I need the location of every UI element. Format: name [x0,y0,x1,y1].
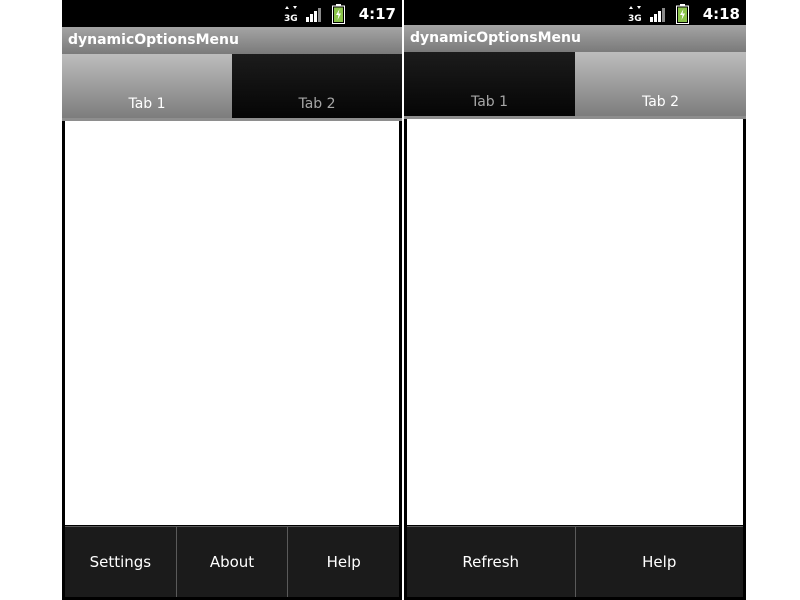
options-menu: Settings About Help [65,526,399,597]
signal-strength-icon [649,6,668,22]
status-bar: 3G 4:17 [62,0,402,27]
menu-item-settings[interactable]: Settings [65,527,177,597]
tab-2[interactable]: Tab 2 [232,54,402,118]
svg-text:3G: 3G [628,14,642,23]
phone-screen-left: 3G 4:17 dynamicOptionsMenu Tab 1 Tab 2 S… [62,0,402,600]
app-title-bar: dynamicOptionsMenu [404,25,746,52]
phone-screen-right: 3G 4:18 dynamicOptionsMenu Tab 1 Tab 2 R… [404,0,746,600]
battery-charging-icon [675,3,689,24]
3g-data-icon: 3G [284,5,298,23]
status-icons: 3G 4:17 [284,0,396,27]
battery-charging-icon [331,3,345,24]
status-time: 4:18 [702,4,740,23]
menu-item-help[interactable]: Help [576,527,744,597]
3g-data-icon: 3G [628,5,642,23]
menu-item-refresh[interactable]: Refresh [407,527,576,597]
options-menu: Refresh Help [407,526,743,597]
signal-strength-icon [305,6,324,22]
tab-2[interactable]: Tab 2 [575,52,746,116]
menu-item-help[interactable]: Help [288,527,399,597]
svg-text:3G: 3G [284,14,298,23]
tab-content-area [65,121,399,525]
app-title-bar: dynamicOptionsMenu [62,27,402,54]
tab-label: Tab 1 [128,96,166,112]
status-icons: 3G 4:18 [628,0,740,27]
tab-content-area [407,119,743,525]
menu-item-about[interactable]: About [177,527,289,597]
tab-bar: Tab 1 Tab 2 [62,54,402,121]
tab-bar: Tab 1 Tab 2 [404,52,746,119]
status-time: 4:17 [358,4,396,23]
tab-1[interactable]: Tab 1 [404,52,575,116]
tab-1[interactable]: Tab 1 [62,54,232,118]
tab-label: Tab 2 [641,94,680,110]
tab-label: Tab 1 [470,94,509,110]
tab-label: Tab 2 [298,96,336,112]
status-bar: 3G 4:18 [404,0,746,27]
